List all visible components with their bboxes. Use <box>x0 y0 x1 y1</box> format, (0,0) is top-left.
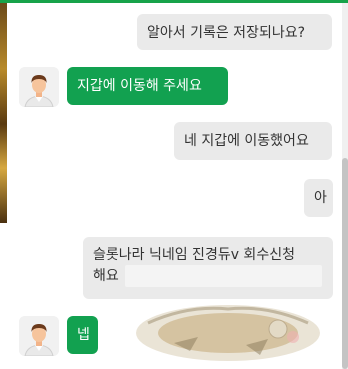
bot-message-bubble: 넵 <box>67 316 98 354</box>
message-text-line: 슬롯나라 닉네임 진경듀v 회수신청 <box>93 247 295 263</box>
message-text: 알아서 기록은 저장되나요? <box>147 25 306 41</box>
message-text-line: 해요 <box>93 268 119 284</box>
user-message-bubble: 슬롯나라 닉네임 진경듀v 회수신청 해요 <box>83 237 333 299</box>
chat-scrollbar[interactable] <box>342 3 348 369</box>
message-text: 네 지갑에 이동했어요 <box>184 133 309 149</box>
message-text: 지갑에 이동해 주세요 <box>77 78 202 94</box>
message-text: 아 <box>314 190 327 206</box>
side-decoration <box>0 3 7 223</box>
top-accent-bar <box>0 0 348 3</box>
bot-avatar-icon <box>19 316 59 356</box>
bot-message-bubble: 지갑에 이동해 주세요 <box>67 67 228 105</box>
bot-avatar-icon <box>19 67 59 107</box>
user-message-bubble: 아 <box>304 179 333 217</box>
user-message-bubble: 알아서 기록은 저장되나요? <box>137 14 332 50</box>
blurred-region <box>124 265 322 287</box>
message-text: 넵 <box>77 327 90 343</box>
scroll-thumb[interactable] <box>342 158 348 369</box>
user-message-bubble: 네 지갑에 이동했어요 <box>174 122 332 160</box>
